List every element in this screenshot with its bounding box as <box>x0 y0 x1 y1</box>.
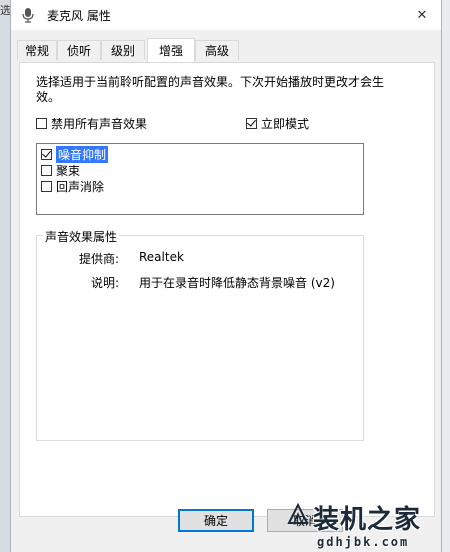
watermark-main: 装机之家 <box>313 505 422 535</box>
ok-button[interactable]: 确定 <box>178 509 254 532</box>
tab-enhancements[interactable]: 增强 <box>147 38 195 62</box>
description-label: 说明: <box>90 276 119 290</box>
immediate-mode-label: 立即模式 <box>261 117 310 131</box>
checkbox-box[interactable] <box>246 118 257 129</box>
provider-label: 提供商: <box>78 252 119 266</box>
background-window-edge-right <box>442 0 450 552</box>
logo-icon <box>287 502 309 524</box>
checkbox-box[interactable] <box>36 118 47 129</box>
enhancements-panel: 选择适用于当前聆听配置的声音效果。下次开始播放时更改才会生效。 禁用所有声音效果… <box>19 62 435 517</box>
tab-label: 高级 <box>204 44 229 58</box>
tab-listen[interactable]: 侦听 <box>57 40 101 60</box>
properties-dialog: 麦克风 属性 ✕ 常规 侦听 级别 增强 高级 选择适用于当前聆听配置的声音效果… <box>10 0 442 552</box>
watermark-sub: gdhjbk.com <box>317 535 410 549</box>
window-title: 麦克风 属性 <box>47 9 111 23</box>
description-value: 用于在录音时降低静态背景噪音 (v2) <box>139 276 335 290</box>
immediate-mode-checkbox[interactable]: 立即模式 <box>246 115 309 132</box>
tab-label: 侦听 <box>66 44 91 58</box>
effect-label: 噪音抑制 <box>56 145 109 163</box>
checkbox-box[interactable] <box>41 164 52 176</box>
tab-label: 常规 <box>24 44 49 58</box>
enhancements-description: 选择适用于当前聆听配置的声音效果。下次开始播放时更改才会生效。 <box>36 75 385 104</box>
ok-button-label: 确定 <box>203 514 228 528</box>
disable-all-effects-checkbox[interactable]: 禁用所有声音效果 <box>36 115 147 132</box>
effect-label: 聚束 <box>56 163 81 178</box>
dialog-body: 常规 侦听 级别 增强 高级 选择适用于当前聆听配置的声音效果。下次开始播放时更… <box>11 30 441 552</box>
title-bar[interactable]: 麦克风 属性 ✕ <box>11 0 441 30</box>
disable-all-effects-label: 禁用所有声音效果 <box>51 117 148 131</box>
close-button[interactable]: ✕ <box>403 0 441 30</box>
microphone-icon <box>22 8 34 23</box>
tab-label: 增强 <box>158 44 183 58</box>
close-icon: ✕ <box>416 7 428 23</box>
tab-advanced[interactable]: 高级 <box>195 40 239 60</box>
effect-echo-cancellation[interactable]: 回声消除 <box>41 178 104 194</box>
checkbox-box[interactable] <box>41 180 52 192</box>
background-window-edge: 选 <box>0 0 11 552</box>
tab-levels[interactable]: 级别 <box>101 40 145 60</box>
tab-strip: 常规 侦听 级别 增强 高级 <box>17 38 437 62</box>
effect-label: 回声消除 <box>56 179 105 194</box>
effects-list[interactable]: 噪音抑制 聚束 回声消除 <box>36 143 364 215</box>
tab-label: 级别 <box>110 44 135 58</box>
effect-properties-legend: 声音效果属性 <box>43 228 120 245</box>
tab-general[interactable]: 常规 <box>17 40 57 60</box>
effect-properties-group: 声音效果属性 提供商: Realtek 说明: 用于在录音时降低静态背景噪音 (… <box>36 228 364 441</box>
watermark: 装机之家 gdhjbk.com <box>285 495 450 552</box>
provider-value: Realtek <box>139 250 184 264</box>
checkbox-box[interactable] <box>41 148 52 160</box>
effect-beamforming[interactable]: 聚束 <box>41 162 80 178</box>
effect-noise-suppression[interactable]: 噪音抑制 <box>41 145 109 163</box>
